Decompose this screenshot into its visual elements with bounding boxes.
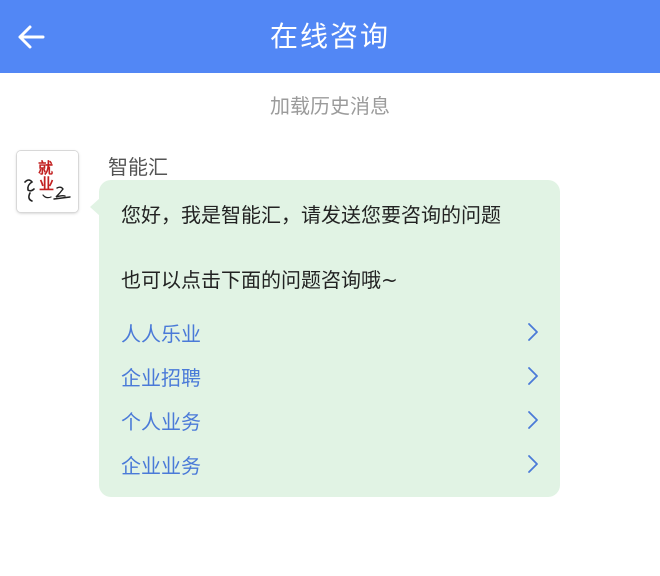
option-label: 企业招聘 — [121, 366, 201, 390]
option-renren-leye[interactable]: 人人乐业 — [121, 314, 539, 350]
back-button[interactable] — [14, 20, 48, 54]
page-title: 在线咨询 — [269, 20, 390, 53]
load-history-link[interactable]: 加载历史消息 — [0, 90, 660, 119]
option-label: 人人乐业 — [121, 322, 201, 346]
svg-text:业: 业 — [39, 175, 54, 193]
avatar: 就 业 — [17, 151, 78, 212]
option-label: 企业业务 — [121, 454, 201, 478]
chat-screen: 在线咨询 加载历史消息 就 业 智能汇 您好，我是智能汇，请发送您要咨询的问题 … — [0, 0, 660, 576]
greeting-text: 您好，我是智能汇，请发送您要咨询的问题 — [121, 203, 501, 227]
message-bubble: 您好，我是智能汇，请发送您要咨询的问题 也可以点击下面的问题咨询哦~ 人人乐业 … — [90, 180, 560, 497]
option-geren-yewu[interactable]: 个人业务 — [121, 402, 539, 438]
sender-name: 智能汇 — [108, 155, 168, 179]
hint-text: 也可以点击下面的问题咨询哦~ — [121, 268, 398, 292]
arrow-left-icon — [18, 25, 45, 49]
chevron-right-icon — [528, 455, 538, 473]
chevron-right-icon — [528, 411, 538, 429]
chevron-right-icon — [528, 323, 538, 341]
bubble-tail — [90, 198, 100, 216]
option-label: 个人业务 — [121, 410, 201, 434]
header-bar: 在线咨询 — [0, 0, 660, 73]
jiuye-logo-icon: 就 业 — [17, 151, 78, 212]
option-qiye-zhaopin[interactable]: 企业招聘 — [121, 358, 539, 394]
option-qiye-yewu[interactable]: 企业业务 — [121, 446, 539, 482]
chevron-right-icon — [528, 367, 538, 385]
